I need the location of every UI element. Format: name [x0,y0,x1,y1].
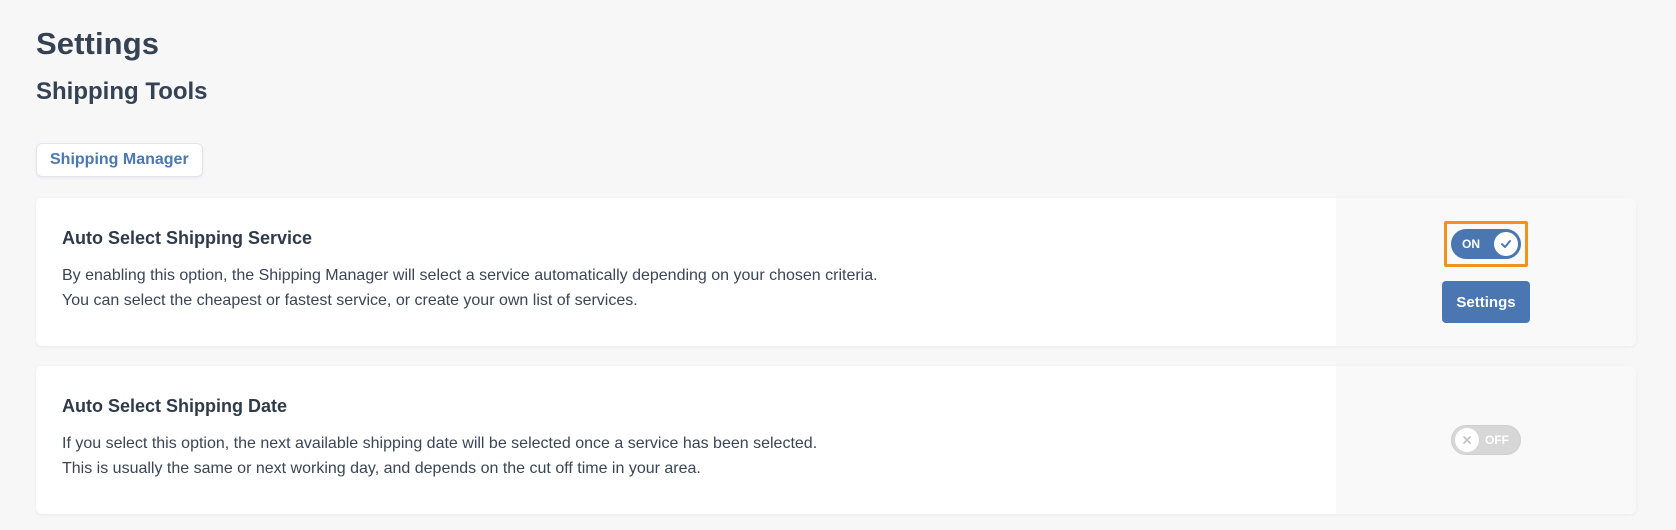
close-icon [1463,436,1471,444]
option-card-body: Auto Select Shipping Service By enabling… [36,198,1336,346]
tab-shipping-manager[interactable]: Shipping Manager [36,143,203,177]
option-card-body: Auto Select Shipping Date If you select … [36,366,1336,514]
option-controls: ON Settings [1336,198,1636,346]
option-card-auto-select-date: Auto Select Shipping Date If you select … [36,366,1636,514]
option-description-line: You can select the cheapest or fastest s… [62,292,638,309]
toggle-knob [1494,232,1518,256]
toggle-knob [1455,428,1479,452]
option-title: Auto Select Shipping Service [62,228,313,248]
toggle-label: ON [1462,237,1480,251]
tab-label: Shipping Manager [50,151,189,168]
option-description: By enabling this option, the Shipping Ma… [62,263,1310,313]
toggle-label: OFF [1485,433,1509,447]
page-title: Settings [36,26,160,61]
settings-page: Settings Shipping Tools Shipping Manager… [0,0,1676,530]
option-card-auto-select-service: Auto Select Shipping Service By enabling… [36,198,1636,346]
toggle-focus-outline: ON [1444,221,1528,267]
auto-select-service-toggle[interactable]: ON [1451,229,1521,259]
option-description: If you select this option, the next avai… [62,431,1310,481]
service-settings-button[interactable]: Settings [1442,281,1530,323]
option-description-line: By enabling this option, the Shipping Ma… [62,267,878,284]
option-description-line: This is usually the same or next working… [62,460,701,477]
auto-select-date-toggle[interactable]: OFF [1451,425,1521,455]
section-title: Shipping Tools [36,78,208,105]
option-title: Auto Select Shipping Date [62,396,288,416]
option-description-line: If you select this option, the next avai… [62,435,818,452]
option-controls: OFF [1336,366,1636,514]
check-icon [1501,240,1511,248]
